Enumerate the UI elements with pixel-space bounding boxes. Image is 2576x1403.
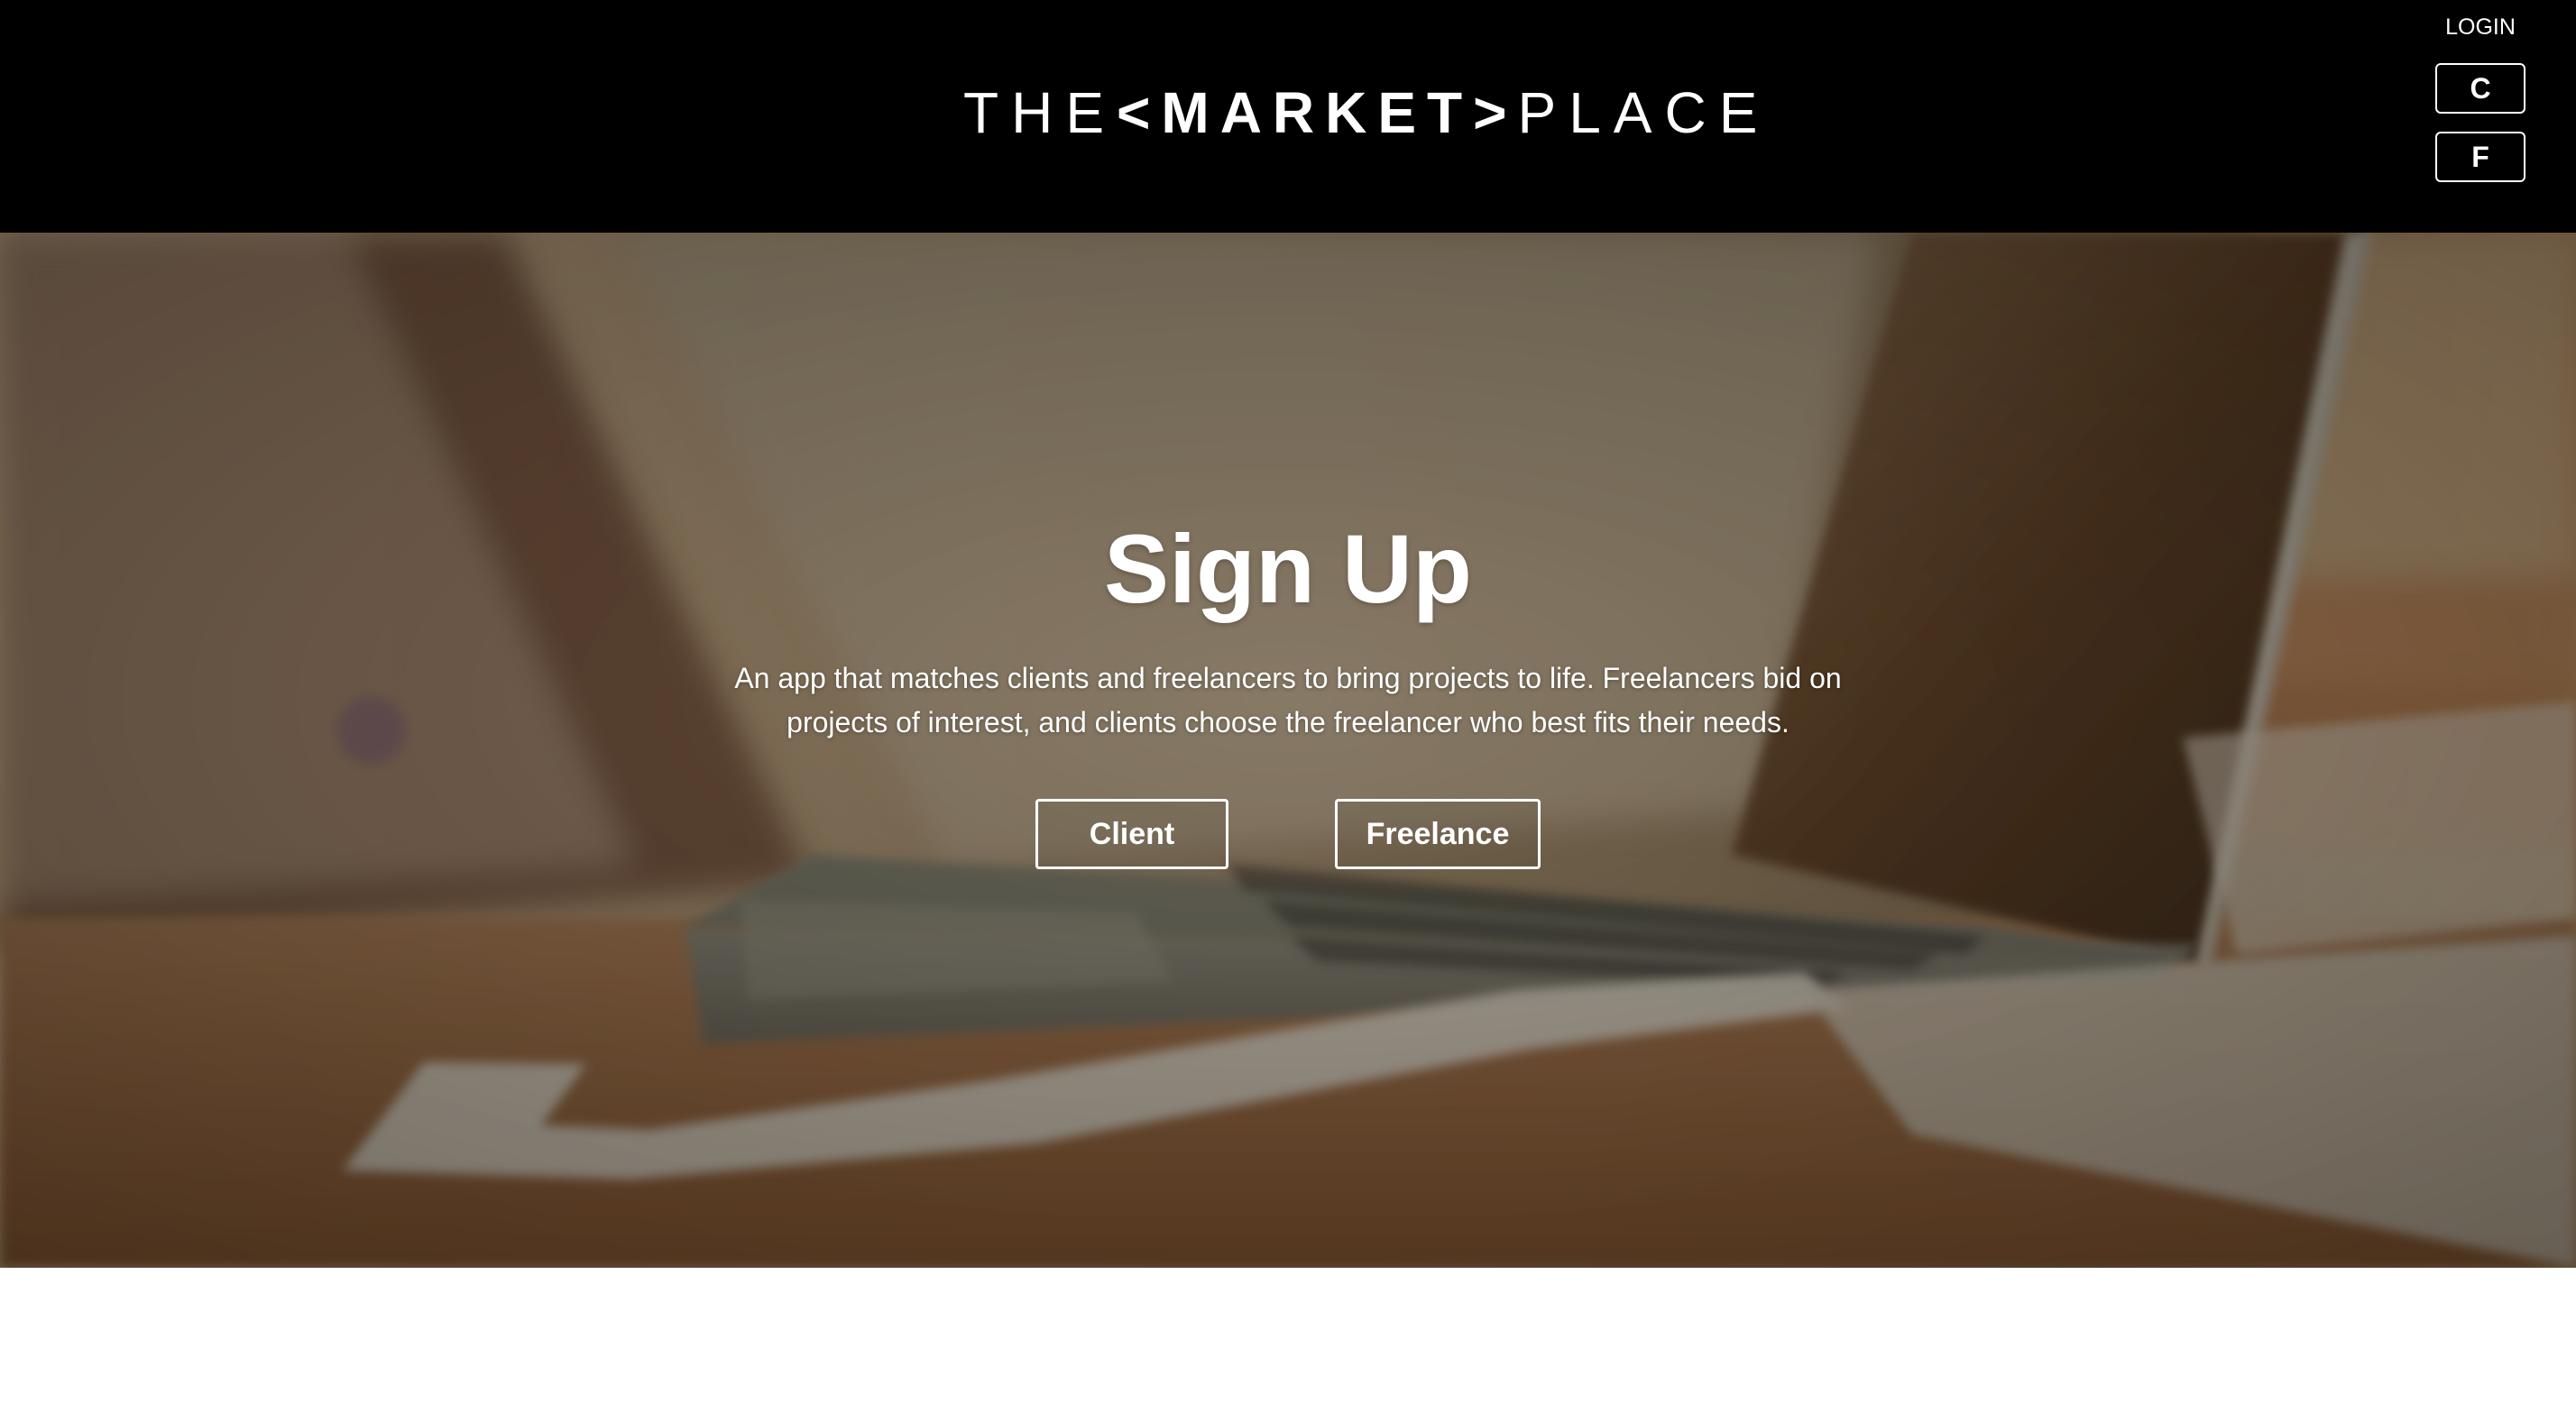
page-content-area (0, 1268, 2576, 1403)
site-header: THE <MARKET> PLACE LOGIN C F (0, 0, 2576, 233)
client-login-button[interactable]: C (2435, 63, 2525, 114)
hero-background-image (0, 233, 2576, 1268)
logo-prefix: THE (963, 80, 1117, 145)
hero-description: An app that matches clients and freelanc… (734, 662, 1842, 738)
freelance-login-button[interactable]: F (2435, 132, 2525, 182)
site-logo[interactable]: THE <MARKET> PLACE (963, 79, 1770, 146)
client-signup-button[interactable]: Client (1035, 799, 1228, 869)
freelance-signup-button[interactable]: Freelance (1335, 799, 1541, 869)
page-title: Sign Up (1104, 514, 1472, 623)
hero-section: Sign Up An app that matches clients and … (0, 233, 2576, 1268)
login-link[interactable]: LOGIN (2435, 14, 2525, 41)
logo-middle: <MARKET> (1117, 80, 1518, 145)
logo-suffix: PLACE (1517, 80, 1771, 145)
